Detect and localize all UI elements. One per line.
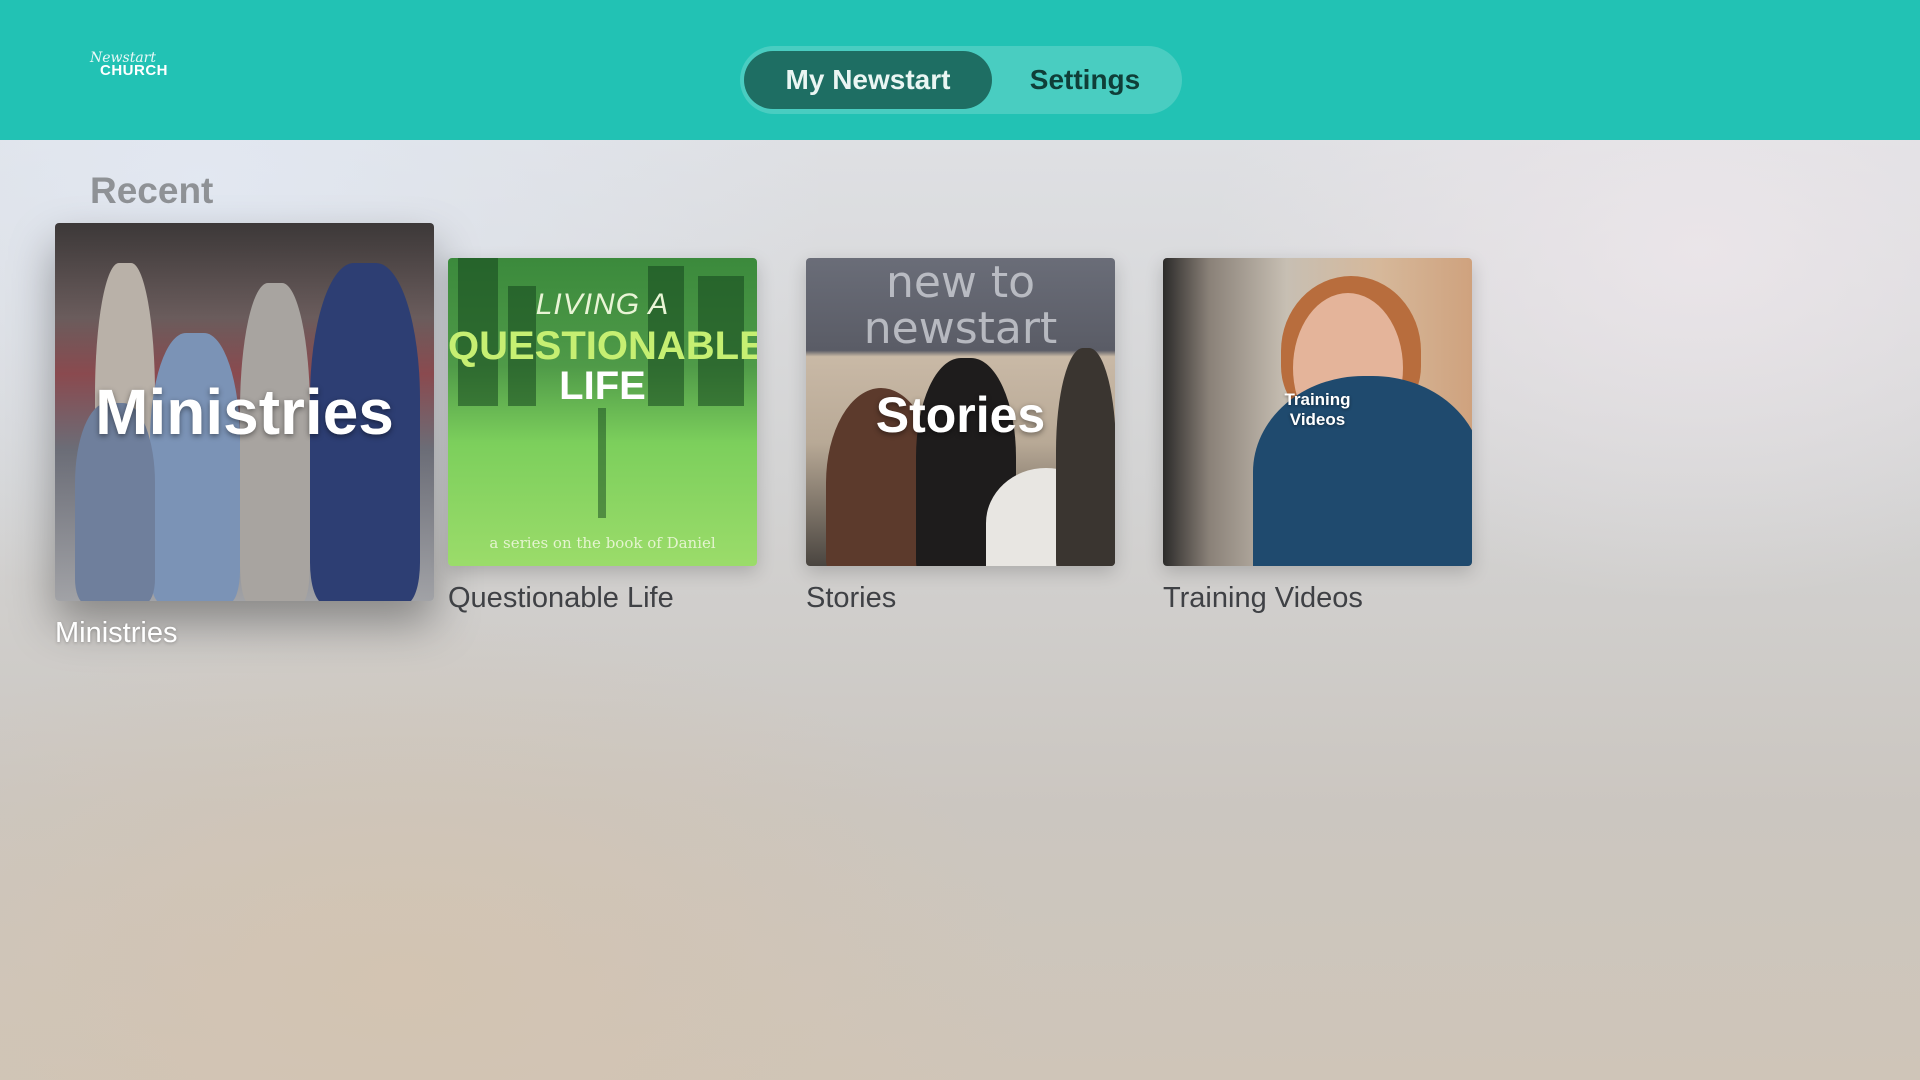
tab-my-newstart-label: My Newstart (785, 64, 951, 95)
card-training-videos-thumbnail: Training Videos (1163, 258, 1472, 566)
card-ministries[interactable]: Ministries Ministries (55, 223, 434, 663)
training-videos-photo: Training Videos (1163, 258, 1472, 566)
training-overlay-line1: Training (1284, 390, 1351, 409)
training-overlay-line2: Videos (1289, 410, 1346, 429)
questionable-art-subtitle: a series on the book of Daniel (489, 534, 716, 552)
card-stories[interactable]: new to newstart Stories Stories (806, 258, 1115, 622)
card-training-videos[interactable]: Training Videos Training Videos (1163, 258, 1472, 622)
church-logo: Newstart CHURCH (90, 50, 170, 80)
stories-banner-line2: newstart (863, 303, 1058, 354)
card-questionable-life[interactable]: LIVING A QUESTIONABLE LIFE a series on t… (448, 258, 757, 622)
stories-banner-line1: new to (885, 258, 1036, 308)
questionable-life-artwork: LIVING A QUESTIONABLE LIFE a series on t… (448, 258, 757, 566)
tab-settings-label: Settings (1029, 64, 1141, 95)
top-tab-bar: My Newstart Settings (740, 46, 1182, 114)
questionable-art-line1: LIVING A (535, 288, 670, 321)
ministries-overlay-title: Ministries (95, 376, 394, 448)
section-title-recent: Recent (90, 170, 214, 211)
card-ministries-thumbnail: Ministries (55, 223, 434, 601)
tab-settings[interactable]: Settings (992, 51, 1178, 109)
tab-my-newstart[interactable]: My Newstart (744, 51, 992, 109)
card-training-videos-caption: Training Videos (1163, 582, 1363, 614)
questionable-art-line3: LIFE (559, 364, 646, 408)
stories-banner-text: new to newstart (806, 260, 1115, 352)
card-ministries-caption: Ministries (55, 617, 178, 649)
questionable-art-line2: QUESTIONABLE (448, 324, 757, 368)
card-questionable-life-caption: Questionable Life (448, 582, 674, 614)
card-stories-caption: Stories (806, 582, 897, 614)
logo-word-text: CHURCH (100, 62, 168, 79)
stories-overlay-title: Stories (875, 387, 1046, 443)
training-videos-overlay-title: Training Videos (1163, 390, 1472, 430)
top-bar: Newstart CHURCH My Newstart Settings (0, 0, 1920, 140)
card-questionable-life-thumbnail: LIVING A QUESTIONABLE LIFE a series on t… (448, 258, 757, 566)
card-stories-thumbnail: new to newstart Stories (806, 258, 1115, 566)
